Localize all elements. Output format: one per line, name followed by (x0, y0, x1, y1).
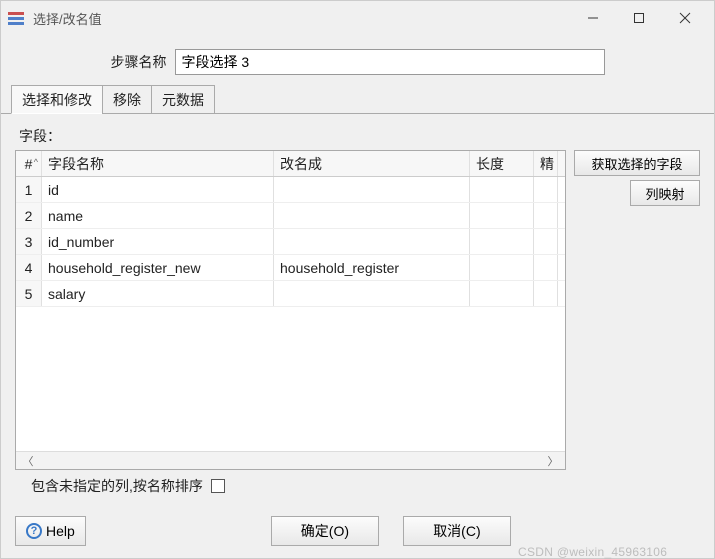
tabs: 选择和修改 移除 元数据 (1, 85, 714, 114)
cell-name[interactable]: salary (42, 281, 274, 306)
table-row[interactable]: 5salary (16, 281, 565, 307)
cell-precision[interactable] (534, 177, 558, 202)
cell-length[interactable] (470, 177, 534, 202)
cell-name[interactable]: household_register_new (42, 255, 274, 280)
maximize-button[interactable] (616, 3, 662, 33)
cell-length[interactable] (470, 203, 534, 228)
col-header-length[interactable]: 长度 (470, 151, 534, 176)
scroll-left-icon[interactable]: 〈 (20, 453, 36, 469)
cell-rename[interactable] (274, 229, 470, 254)
col-header-num[interactable]: #^ (16, 151, 42, 176)
step-name-row: 步骤名称 (1, 35, 714, 85)
tab-select-modify[interactable]: 选择和修改 (11, 85, 103, 114)
cell-num: 5 (16, 281, 42, 306)
cell-precision[interactable] (534, 255, 558, 280)
cell-num: 1 (16, 177, 42, 202)
window-controls (570, 3, 708, 33)
cell-name[interactable]: name (42, 203, 274, 228)
help-button[interactable]: ? Help (15, 516, 86, 546)
titlebar: 选择/改名值 (1, 1, 714, 35)
side-buttons: 获取选择的字段 列映射 (574, 150, 700, 470)
fields-grid: #^ 字段名称 改名成 长度 精 1id2name3id_number4hous… (15, 150, 566, 470)
cell-length[interactable] (470, 255, 534, 280)
get-fields-button[interactable]: 获取选择的字段 (574, 150, 700, 176)
cell-name[interactable]: id_number (42, 229, 274, 254)
cell-precision[interactable] (534, 203, 558, 228)
scroll-right-icon[interactable]: 〉 (545, 453, 561, 469)
cell-num: 4 (16, 255, 42, 280)
grid-header: #^ 字段名称 改名成 长度 精 (16, 151, 565, 177)
col-header-name[interactable]: 字段名称 (42, 151, 274, 176)
col-header-rename[interactable]: 改名成 (274, 151, 470, 176)
tab-content: 字段： #^ 字段名称 改名成 长度 精 1id2name3id_number4… (1, 114, 714, 506)
watermark: CSDN @weixin_45963106 (518, 545, 667, 559)
cell-num: 2 (16, 203, 42, 228)
grid-body: 1id2name3id_number4household_register_ne… (16, 177, 565, 451)
help-label: Help (46, 523, 75, 539)
dialog-window: 选择/改名值 步骤名称 选择和修改 移除 元数据 字段： #^ 字段名称 改名成… (0, 0, 715, 559)
tab-metadata[interactable]: 元数据 (151, 85, 215, 114)
cell-length[interactable] (470, 281, 534, 306)
table-row[interactable]: 4household_register_newhousehold_registe… (16, 255, 565, 281)
fields-label: 字段： (19, 126, 700, 146)
cell-rename[interactable]: household_register (274, 255, 470, 280)
table-row[interactable]: 2name (16, 203, 565, 229)
include-unspecified-checkbox[interactable] (211, 479, 225, 493)
ok-button[interactable]: 确定(O) (271, 516, 379, 546)
cell-rename[interactable] (274, 177, 470, 202)
cell-precision[interactable] (534, 281, 558, 306)
cell-length[interactable] (470, 229, 534, 254)
include-unspecified-row: 包含未指定的列,按名称排序 (15, 470, 700, 506)
table-row[interactable]: 1id (16, 177, 565, 203)
cell-num: 3 (16, 229, 42, 254)
cancel-button[interactable]: 取消(C) (403, 516, 511, 546)
tab-remove[interactable]: 移除 (102, 85, 152, 114)
step-name-label: 步骤名称 (111, 52, 167, 72)
horizontal-scrollbar[interactable]: 〈 〉 (16, 451, 565, 469)
column-mapping-button[interactable]: 列映射 (630, 180, 700, 206)
col-header-precision[interactable]: 精 (534, 151, 558, 176)
table-row[interactable]: 3id_number (16, 229, 565, 255)
include-unspecified-label: 包含未指定的列,按名称排序 (31, 476, 203, 496)
cell-name[interactable]: id (42, 177, 274, 202)
app-icon (7, 9, 25, 27)
cell-precision[interactable] (534, 229, 558, 254)
cell-rename[interactable] (274, 203, 470, 228)
step-name-input[interactable] (175, 49, 605, 75)
cell-rename[interactable] (274, 281, 470, 306)
minimize-button[interactable] (570, 3, 616, 33)
sort-indicator-icon: ^ (34, 157, 38, 167)
help-icon: ? (26, 523, 42, 539)
window-title: 选择/改名值 (33, 9, 570, 28)
close-button[interactable] (662, 3, 708, 33)
